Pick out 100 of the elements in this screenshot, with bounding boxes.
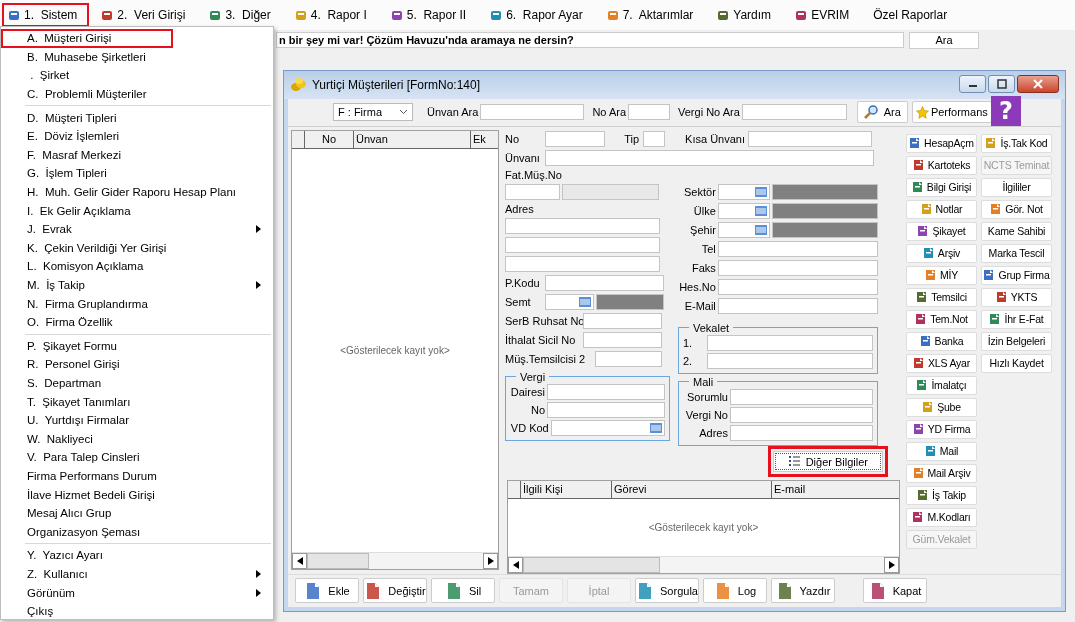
menu-item[interactable]: N. Firma Gruplandırma [1, 294, 273, 313]
menu-item[interactable]: O. Firma Özellik [1, 312, 273, 332]
column-header[interactable]: Ünvan [354, 130, 471, 148]
menu-item[interactable]: Çıkış [1, 601, 273, 621]
column-header[interactable]: E-mail [772, 481, 899, 499]
side-button[interactable]: Şube [906, 397, 977, 417]
menu-item[interactable]: U. Yurtdışı Firmalar [1, 410, 273, 430]
menu-item[interactable]: 3. Diğer [203, 3, 283, 27]
side-button[interactable]: YKTS [981, 287, 1052, 307]
input-field[interactable] [505, 256, 660, 273]
menu-item[interactable]: F. Masraf Merkezi [1, 145, 273, 165]
menu-item[interactable]: W. Nakliyeci [1, 429, 273, 449]
menu-item[interactable]: I. Ek Gelir Açıklama [1, 201, 273, 220]
input-field[interactable] [480, 104, 585, 121]
input-field[interactable] [717, 298, 878, 315]
toolbar-button[interactable]: Sil [431, 578, 495, 604]
side-button[interactable]: Kartoteks [906, 155, 977, 175]
menu-item[interactable]: Firma Performans Durum [1, 466, 273, 486]
side-button[interactable]: Bilgi Girişi [906, 177, 977, 197]
menu-item[interactable]: D. Müşteri Tipleri [1, 108, 273, 127]
menu-item[interactable]: H. Muh. Gelir Gider Raporu Hesap Planı [1, 182, 273, 202]
side-button[interactable]: Notlar [906, 199, 977, 219]
input-field[interactable] [628, 104, 670, 121]
maximize-button[interactable] [988, 75, 1015, 93]
input-field[interactable] [717, 260, 878, 277]
column-header[interactable]: No [305, 130, 354, 148]
input-field[interactable] [547, 401, 665, 418]
menu-item[interactable]: Organizasyon Şeması [1, 522, 273, 542]
column-header[interactable]: Görevi [612, 481, 772, 499]
lookup-field[interactable] [550, 419, 665, 436]
menu-item[interactable]: R. Personel Girişi [1, 355, 273, 374]
menu-item[interactable]: E. Döviz İşlemleri [1, 126, 273, 146]
menu-item[interactable]: T. Şikayet Tanımları [1, 392, 273, 411]
lookup-field[interactable] [717, 203, 770, 220]
input-field[interactable] [545, 131, 605, 148]
column-header[interactable]: Ek [471, 130, 498, 148]
menu-item[interactable]: 6. Rapor Ayar [484, 3, 595, 27]
menu-item[interactable]: EVRIM [789, 3, 862, 27]
input-field[interactable] [583, 313, 662, 330]
search-button[interactable]: Ara [909, 31, 979, 49]
input-field[interactable] [706, 352, 873, 369]
side-button[interactable]: Kame Sahibi [981, 221, 1052, 241]
menu-item[interactable]: P. Şikayet Formu [1, 336, 273, 356]
side-button[interactable]: İmalatçı [906, 375, 977, 395]
side-button[interactable]: Tem.Not [906, 309, 977, 329]
menu-item[interactable]: 4. Rapor I [288, 3, 379, 27]
side-button[interactable]: M.Kodları [906, 507, 977, 527]
scrollbar[interactable] [292, 551, 498, 569]
input-field[interactable] [505, 218, 660, 235]
side-button[interactable]: İlgililer [981, 177, 1052, 197]
input-field[interactable] [505, 237, 660, 254]
toolbar-button[interactable]: Değiştir [363, 578, 427, 604]
type-dropdown[interactable]: F : Firma [333, 103, 413, 122]
input-field[interactable] [505, 184, 560, 201]
input-field[interactable] [730, 406, 873, 423]
menu-item[interactable]: 7. Aktarımlar [600, 3, 706, 27]
input-field[interactable] [748, 131, 872, 148]
side-button[interactable]: Temsilci [906, 287, 977, 307]
side-button[interactable]: MİY [906, 265, 977, 285]
scrollbar[interactable] [508, 555, 899, 573]
menu-item[interactable]: L. Komisyon Açıklama [1, 257, 273, 276]
side-button[interactable]: İş Takip [906, 485, 977, 505]
menu-item[interactable]: S. Departman [1, 373, 273, 393]
menu-item[interactable]: İlave Hizmet Bedeli Girişi [1, 485, 273, 504]
side-button[interactable]: İş.Tak Kod [981, 133, 1052, 153]
performance-button[interactable]: Performans [911, 101, 992, 124]
side-button[interactable]: Marka Tescil [981, 243, 1052, 263]
input-field[interactable] [730, 424, 873, 441]
side-button[interactable]: Arşiv [906, 243, 977, 263]
menu-item[interactable]: J. Evrak [1, 219, 273, 239]
menu-item[interactable]: Z. Kullanıcı [1, 564, 273, 584]
column-header[interactable]: İlgili Kişi [521, 481, 612, 499]
side-button[interactable]: Mail Arşiv [906, 463, 977, 483]
close-button[interactable] [1017, 75, 1059, 93]
toolbar-button[interactable]: Ekle [295, 578, 359, 604]
menu-item[interactable]: V. Para Talep Cinsleri [1, 448, 273, 467]
menu-item[interactable]: G. İşlem Tipleri [1, 164, 273, 183]
input-field[interactable] [717, 279, 878, 296]
side-button[interactable]: Banka [906, 331, 977, 351]
input-field[interactable] [545, 150, 874, 167]
menu-item[interactable]: Özel Raporlar [867, 3, 960, 27]
menu-item[interactable]: Yardım [711, 3, 784, 27]
input-field[interactable] [643, 131, 665, 148]
lookup-field[interactable] [717, 184, 770, 201]
input-field[interactable] [717, 241, 878, 258]
side-button[interactable]: İzin Belgeleri [981, 331, 1052, 351]
input-field[interactable] [741, 104, 847, 121]
menu-item[interactable]: K. Çekin Verildiği Yer Girişi [1, 238, 273, 258]
toolbar-button[interactable]: Sorgula [635, 578, 699, 604]
menu-item[interactable]: A. Müşteri Girişi [1, 29, 173, 48]
menu-item[interactable]: 5. Rapor II [384, 3, 479, 27]
menu-item[interactable]: Görünüm [1, 583, 273, 602]
toolbar-button[interactable]: Log [703, 578, 767, 604]
search-field[interactable]: n bir şey mi var! Çözüm Havuzu'nda aramaya ne dersin? [276, 32, 904, 48]
input-field[interactable] [547, 383, 665, 400]
menu-item[interactable]: Y. Yazıcı Ayarı [1, 546, 273, 565]
side-button[interactable]: Mail [906, 441, 977, 461]
side-button[interactable]: Gör. Not [981, 199, 1052, 219]
input-field[interactable] [730, 388, 873, 405]
lookup-field[interactable] [717, 222, 770, 239]
